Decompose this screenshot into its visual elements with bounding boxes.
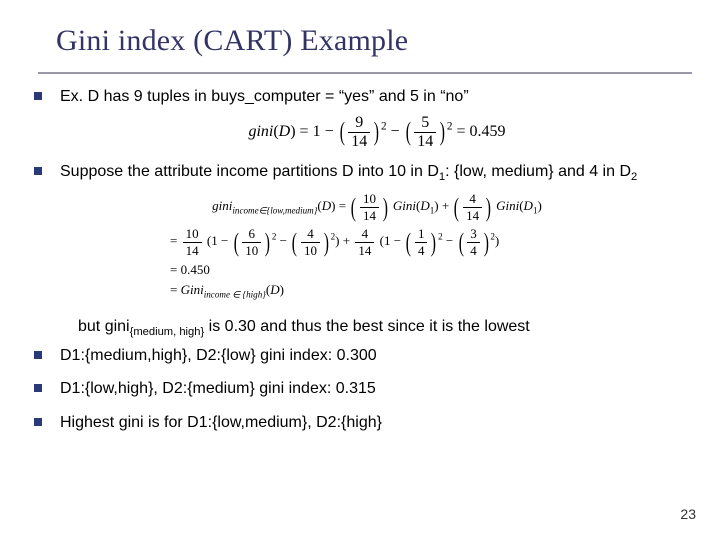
bullet-icon [34, 418, 42, 426]
eq2-lhs: gini [212, 198, 232, 213]
bullet-4-text: D1:{low,high}, D2:{medium} gini index: 0… [60, 380, 376, 397]
title-divider [38, 72, 692, 74]
eq2-f1n: 10 [360, 191, 379, 208]
eq3-f2n: 4 [355, 226, 374, 243]
eq3-a2d: 10 [301, 243, 320, 259]
eq1-f2n: 5 [414, 114, 436, 133]
bullet-2-text-b: : {low, medium} and 4 in D [445, 163, 631, 180]
eq3-a2n: 4 [301, 226, 320, 243]
eq3-f2d: 14 [355, 243, 374, 259]
slide: Gini index (CART) Example Ex. D has 9 tu… [0, 0, 720, 540]
note-a: but gini [78, 318, 130, 335]
bullet-3: D1:{medium,high}, D2:{low} gini index: 0… [34, 345, 694, 367]
bullet-2-sub2: 2 [631, 171, 637, 183]
eq3-b1n: 1 [415, 226, 428, 243]
equation-2-block: giniincome∈{low,medium}(D) = (1014) Gini… [60, 191, 694, 301]
equation-4: = 0.450 [60, 261, 694, 279]
note-b: is 0.30 and thus the best since it is th… [204, 318, 530, 335]
eq1-f2d: 14 [414, 133, 436, 151]
note-sub: {medium, high} [130, 327, 205, 339]
eq1-arg: D [279, 123, 291, 140]
bullet-icon [34, 351, 42, 359]
eq2-g2: Gini [496, 198, 519, 213]
bullet-3-text: D1:{medium,high}, D2:{low} gini index: 0… [60, 347, 377, 364]
eq1-sq-a: 2 [381, 120, 387, 132]
slide-body: Ex. D has 9 tuples in buys_computer = “y… [34, 86, 694, 439]
eq3-f1n: 10 [183, 226, 202, 243]
eq1-sq-b: 2 [447, 120, 453, 132]
bullet-icon [34, 167, 42, 175]
eq5-sub: income ∈ {high} [204, 289, 266, 299]
equation-3: = 1014 (1 − (610)2 − (410)2) + 414 (1 − … [60, 226, 694, 259]
bullet-2-text-a: Suppose the attribute income partitions … [60, 163, 439, 180]
eq2-f1d: 14 [360, 208, 379, 224]
eq2-g2arg: D [524, 198, 533, 213]
eq4-result: 0.450 [181, 262, 210, 277]
page-number: 23 [680, 506, 696, 522]
slide-title: Gini index (CART) Example [56, 24, 408, 58]
eq3-a1d: 10 [242, 243, 261, 259]
eq2-g1: Gini [393, 198, 416, 213]
eq5-lhs: Gini [181, 282, 204, 297]
eq1-f1d: 14 [348, 133, 370, 151]
eq1-f1n: 9 [348, 114, 370, 133]
bullet-5: Highest gini is for D1:{low,medium}, D2:… [34, 412, 694, 434]
bullet-5-text: Highest gini is for D1:{low,medium}, D2:… [60, 414, 382, 431]
eq1-result: 0.459 [470, 123, 506, 140]
eq2-f2d: 14 [463, 208, 482, 224]
eq1-lhs: gini [248, 123, 273, 140]
eq2-g1arg: D [420, 198, 429, 213]
eq2-arg: D [322, 198, 331, 213]
bullet-1: Ex. D has 9 tuples in buys_computer = “y… [34, 86, 694, 108]
note-line: but gini{medium, high} is 0.30 and thus … [78, 318, 694, 338]
eq5-arg: D [270, 282, 279, 297]
bullet-1-text: Ex. D has 9 tuples in buys_computer = “y… [60, 88, 469, 105]
bullet-4: D1:{low,high}, D2:{medium} gini index: 0… [34, 378, 694, 400]
bullet-icon [34, 384, 42, 392]
eq2-sub: income∈{low,medium} [232, 206, 317, 216]
equation-2: giniincome∈{low,medium}(D) = (1014) Gini… [60, 191, 694, 224]
eq3-a1n: 6 [242, 226, 261, 243]
bullet-2: Suppose the attribute income partitions … [34, 161, 694, 185]
equation-5: = Giniincome ∈ {high}(D) [60, 281, 694, 301]
eq3-b1d: 4 [415, 243, 428, 259]
bullet-icon [34, 92, 42, 100]
eq1-one: 1 [313, 123, 321, 140]
eq2-f2n: 4 [463, 191, 482, 208]
eq3-b2d: 4 [467, 243, 480, 259]
equation-1: gini(D) = 1 − (914)2 − (514)2 = 0.459 [60, 114, 694, 151]
eq3-f1d: 14 [183, 243, 202, 259]
eq3-b2n: 3 [467, 226, 480, 243]
